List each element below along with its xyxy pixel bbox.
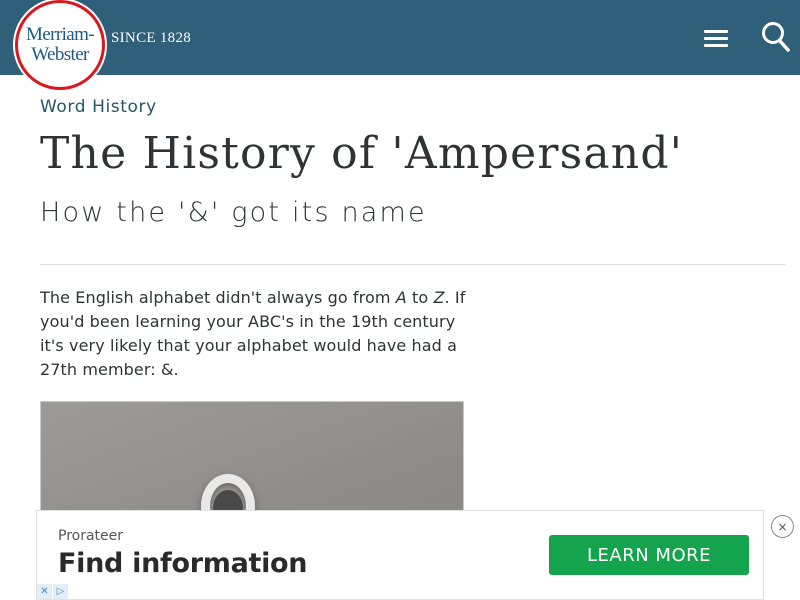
letter-a: A <box>395 288 407 307</box>
hamburger-menu-icon[interactable] <box>702 26 730 50</box>
merriam-webster-logo[interactable]: Merriam- Webster <box>15 0 105 90</box>
close-icon[interactable]: × <box>771 515 794 538</box>
ad-choices-icon[interactable]: ▷ <box>53 584 68 599</box>
since-tagline: SINCE 1828 <box>111 30 192 46</box>
ad-banner[interactable]: Prorateer Find information LEARN MORE ✕ … <box>36 510 764 600</box>
ad-headline: Find information <box>58 548 308 579</box>
ad-close-x-icon[interactable]: ✕ <box>37 584 52 599</box>
ad-choices[interactable]: ✕ ▷ <box>37 584 68 599</box>
divider <box>40 264 785 265</box>
page-subtitle: How the '&' got its name <box>40 197 427 228</box>
page-title: The History of 'Ampersand' <box>40 128 683 179</box>
category-link[interactable]: Word History <box>40 97 157 117</box>
letter-z: Z <box>433 288 445 307</box>
site-header: SINCE 1828 <box>0 0 800 75</box>
ad-brand: Prorateer <box>58 528 124 544</box>
logo-line-1: Merriam- <box>26 24 95 45</box>
search-icon[interactable] <box>760 20 792 54</box>
logo-line-2: Webster <box>31 44 89 65</box>
learn-more-button[interactable]: LEARN MORE <box>549 535 749 575</box>
intro-paragraph: The English alphabet didn't always go fr… <box>40 288 466 379</box>
